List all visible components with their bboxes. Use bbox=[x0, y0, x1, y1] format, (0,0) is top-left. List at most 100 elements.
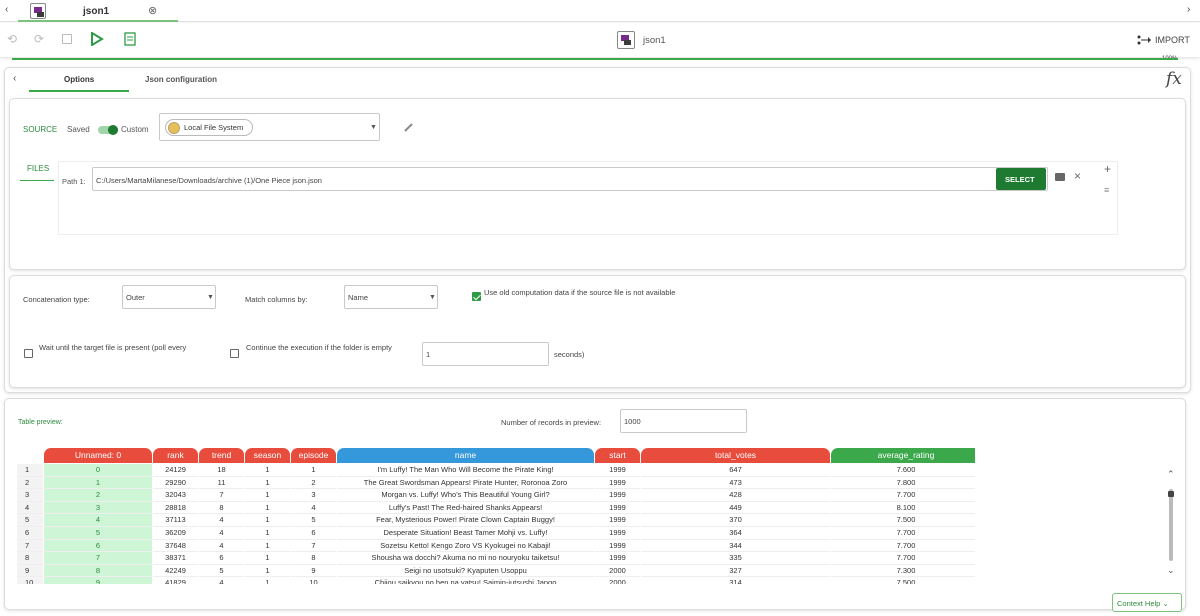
records-input[interactable]: 1000 bbox=[620, 409, 747, 433]
row-number: 10 bbox=[17, 577, 43, 584]
column-header[interactable]: name bbox=[337, 448, 594, 463]
table-row[interactable]: 7 6 37648 4 1 7 Sozetsu Ketto! Kengo Zoro VS K… bbox=[17, 539, 975, 553]
tab-json-configuration[interactable]: Json configuration bbox=[145, 75, 217, 84]
undo-icon[interactable]: ⟲ bbox=[7, 32, 17, 46]
scrollbar-thumb[interactable] bbox=[1168, 491, 1174, 497]
table-cell: 370 bbox=[641, 514, 830, 527]
wait-label: Wait until the target file is present (p… bbox=[39, 343, 187, 352]
match-value: Name bbox=[348, 293, 369, 302]
import-icon bbox=[1137, 35, 1151, 45]
tab-json1[interactable]: json1 ⊗ bbox=[18, 0, 178, 22]
column-header[interactable]: rank bbox=[153, 448, 198, 463]
table-row[interactable]: 5 4 37113 4 1 5 Fear, Mysterious Power! Pirate… bbox=[17, 514, 975, 527]
json-app-icon bbox=[617, 31, 635, 49]
table-cell: 4 bbox=[199, 577, 244, 584]
table-row[interactable]: 10 9 41829 4 1 10 Chijou saikyou no hen na yat… bbox=[17, 577, 975, 584]
close-icon[interactable]: × bbox=[1074, 169, 1081, 183]
table-row[interactable]: 8 7 38371 6 1 8 Shousha wa docchi? Akuma no mi… bbox=[17, 552, 975, 565]
table-cell: Sozetsu Ketto! Kengo Zoro VS Kyokugei no… bbox=[337, 540, 594, 553]
row-number: 2 bbox=[17, 476, 43, 490]
scroll-right-icon[interactable]: › bbox=[1187, 4, 1190, 15]
chevron-down-icon: ▼ bbox=[429, 294, 436, 301]
fx-icon[interactable]: fx bbox=[1166, 69, 1182, 89]
table-cell: 28818 bbox=[153, 502, 198, 515]
table-row[interactable]: 4 3 28818 8 1 4 Luffy's Past! The Red-haired S… bbox=[17, 501, 975, 515]
table-cell: 1999 bbox=[595, 527, 640, 540]
scroll-up-icon[interactable]: ⌃ bbox=[1167, 469, 1175, 480]
chevron-down-icon: ▼ bbox=[370, 124, 377, 131]
redo-icon[interactable]: ⟳ bbox=[34, 32, 44, 46]
table-cell: 6 bbox=[291, 527, 336, 540]
table-cell: 1999 bbox=[595, 514, 640, 527]
tab-options[interactable]: Options bbox=[29, 68, 129, 92]
table-row[interactable]: 6 5 36209 4 1 6 Desperate Situation! Beast Tam… bbox=[17, 527, 975, 540]
scroll-left-icon[interactable]: ‹ bbox=[5, 4, 8, 15]
chevron-down-icon: ▼ bbox=[207, 294, 214, 301]
table-cell: 1 bbox=[245, 489, 290, 502]
path-input[interactable]: C:/Users/MartaMilanese/Downloads/archive… bbox=[92, 167, 1048, 191]
table-cell: 1999 bbox=[595, 552, 640, 565]
select-button[interactable]: SELECT bbox=[996, 168, 1046, 190]
column-header[interactable]: season bbox=[245, 448, 290, 463]
table-row[interactable]: 2 1 29290 11 1 2 The Great Swordsman Appears! … bbox=[17, 476, 975, 490]
concat-select[interactable]: Outer ▼ bbox=[122, 285, 216, 309]
folder-icon[interactable] bbox=[1055, 173, 1065, 181]
old-data-checkbox[interactable] bbox=[472, 292, 481, 301]
run-icon[interactable] bbox=[90, 32, 104, 46]
path-label: Path 1: bbox=[62, 177, 86, 186]
custom-label: Custom bbox=[121, 125, 149, 134]
filesystem-chip: Local File System bbox=[165, 119, 253, 136]
progress-bar bbox=[12, 58, 1178, 60]
context-help-button[interactable]: Context Help ⌄ bbox=[1112, 593, 1182, 612]
table-cell: 314 bbox=[641, 577, 830, 584]
table-cell: 5 bbox=[44, 527, 152, 540]
table-cell: 7.300 bbox=[831, 565, 975, 578]
scroll-down-icon[interactable]: ⌄ bbox=[1167, 565, 1175, 576]
close-tab-icon[interactable]: ⊗ bbox=[148, 4, 157, 17]
match-select[interactable]: Name ▼ bbox=[344, 285, 438, 309]
add-icon[interactable]: + bbox=[1104, 162, 1111, 176]
source-toggle[interactable] bbox=[98, 125, 118, 135]
table-cell: 6 bbox=[44, 539, 152, 553]
filesystem-select[interactable]: Local File System ▼ bbox=[159, 113, 380, 141]
filesystem-value: Local File System bbox=[184, 123, 244, 132]
save-icon[interactable] bbox=[62, 34, 72, 44]
continue-checkbox[interactable] bbox=[230, 349, 239, 358]
column-header[interactable]: episode bbox=[291, 448, 336, 463]
menu-icon[interactable]: ≡ bbox=[1104, 185, 1109, 195]
column-header[interactable]: total_votes bbox=[641, 448, 830, 463]
table-cell: 37113 bbox=[153, 514, 198, 527]
import-button[interactable]: IMPORT bbox=[1155, 35, 1190, 45]
table-cell: 2000 bbox=[595, 577, 640, 584]
report-icon[interactable] bbox=[124, 32, 136, 46]
table-cell: 7.700 bbox=[831, 540, 975, 553]
table-cell: 3 bbox=[44, 501, 152, 515]
table-cell: 2000 bbox=[595, 565, 640, 578]
vertical-scrollbar[interactable] bbox=[1169, 489, 1173, 561]
table-cell: 7.700 bbox=[831, 527, 975, 540]
files-tab[interactable]: FILES bbox=[20, 161, 54, 181]
table-cell: 3 bbox=[291, 489, 336, 502]
table-cell: The Great Swordsman Appears! Pirate Hunt… bbox=[337, 477, 594, 490]
row-number: 7 bbox=[17, 539, 43, 553]
column-header[interactable]: Unnamed: 0 bbox=[44, 448, 152, 463]
row-number: 9 bbox=[17, 564, 43, 578]
column-header[interactable]: average_rating bbox=[831, 448, 975, 463]
files-label: FILES bbox=[27, 164, 50, 173]
column-header[interactable]: start bbox=[595, 448, 640, 463]
edit-icon[interactable] bbox=[404, 122, 414, 132]
table-row[interactable]: 9 8 42249 5 1 9 Seigi no usotsuki? Kyaputen Us… bbox=[17, 564, 975, 578]
select-label: SELECT bbox=[1005, 175, 1035, 184]
table-cell: 2 bbox=[291, 477, 336, 490]
table-row[interactable]: 1 0 24129 18 1 1 I'm Luffy! The Man Who Will B… bbox=[17, 464, 975, 477]
table-cell: 32043 bbox=[153, 489, 198, 502]
table-cell: 7 bbox=[44, 552, 152, 565]
back-icon[interactable]: ‹ bbox=[13, 73, 16, 84]
table-cell: 7 bbox=[291, 540, 336, 553]
table-cell: 8 bbox=[44, 564, 152, 578]
table-cell: Fear, Mysterious Power! Pirate Clown Cap… bbox=[337, 514, 594, 527]
wait-checkbox[interactable] bbox=[24, 349, 33, 358]
poll-input[interactable]: 1 bbox=[422, 342, 549, 366]
table-row[interactable]: 3 2 32043 7 1 3 Morgan vs. Luffy! Who's This B… bbox=[17, 489, 975, 502]
column-header[interactable]: trend bbox=[199, 448, 244, 463]
